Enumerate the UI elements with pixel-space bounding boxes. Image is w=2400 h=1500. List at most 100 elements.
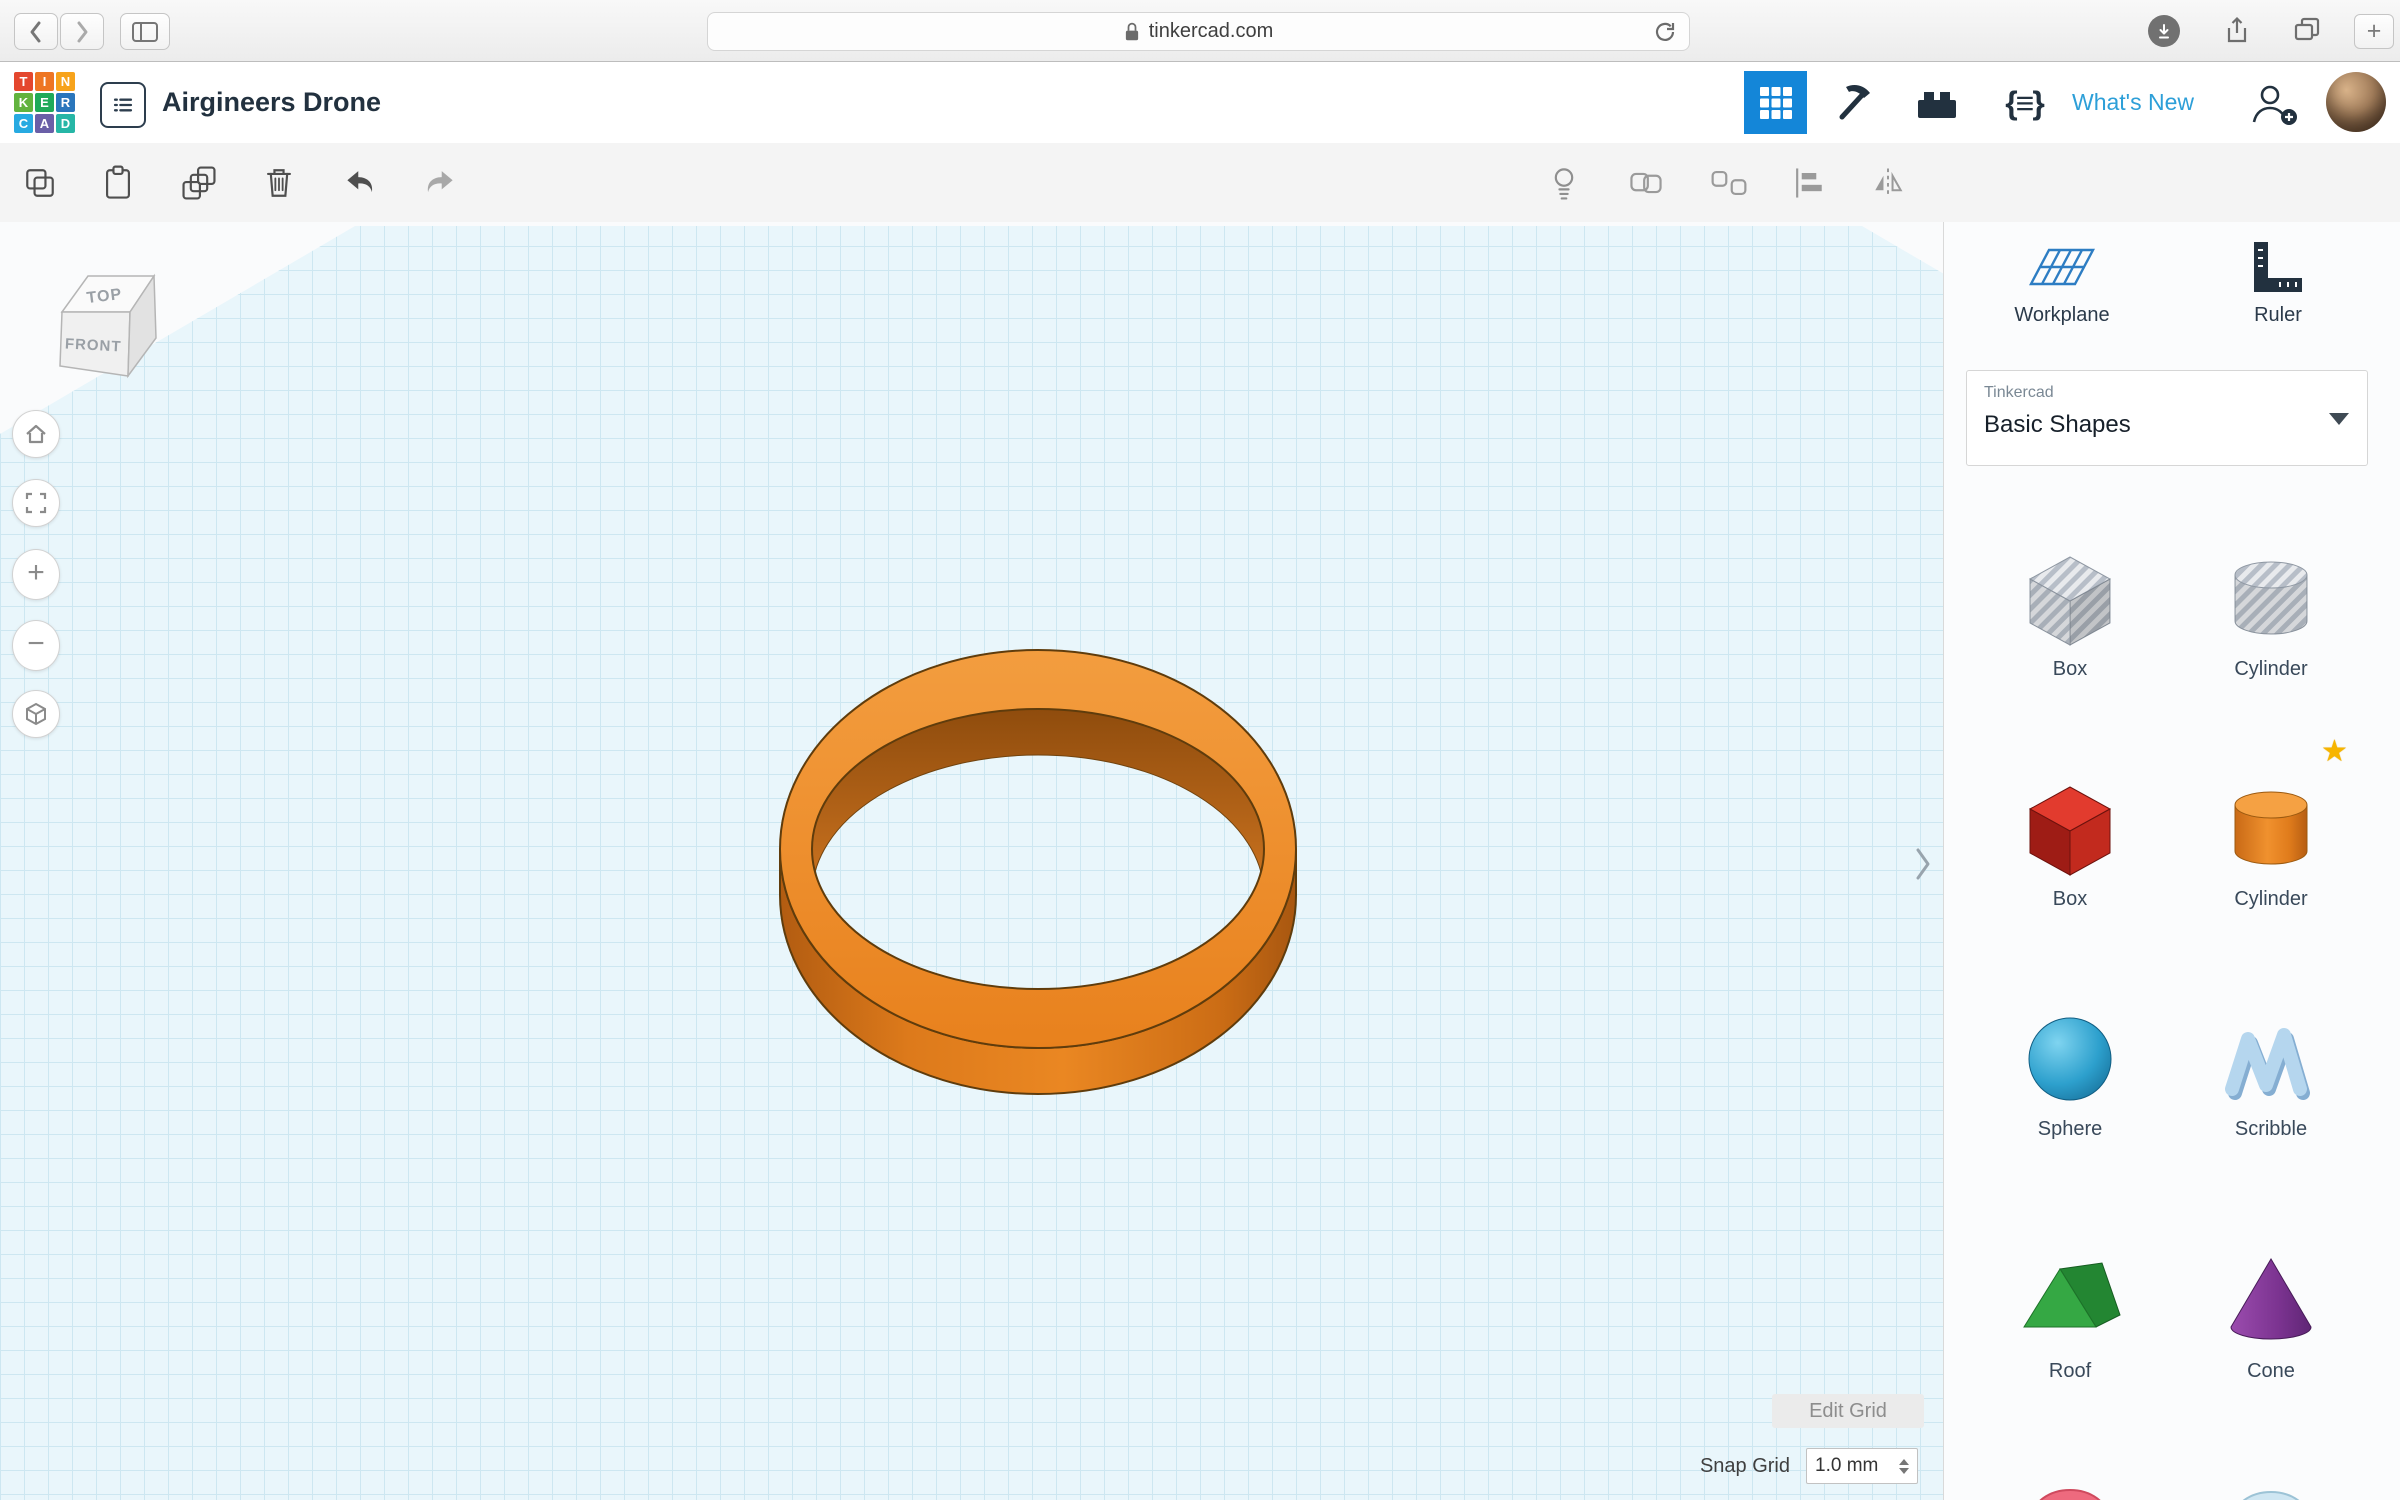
avatar[interactable] <box>2326 72 2386 132</box>
shape-tile-sphere[interactable]: Sphere <box>1980 1000 2160 1141</box>
pickaxe-icon <box>1832 81 1876 125</box>
shape-label: Roof <box>2049 1360 2091 1383</box>
mirror-icon <box>1868 163 1908 203</box>
shape-label: Box <box>2053 888 2087 911</box>
edit-grid-label: Edit Grid <box>1809 1400 1887 1423</box>
lightbulb-icon <box>1544 163 1584 203</box>
design-properties-button[interactable] <box>100 82 146 128</box>
scribble-icon <box>2211 1000 2331 1112</box>
bricks-mode-button[interactable] <box>1914 84 1960 124</box>
roof-icon <box>2010 1242 2130 1354</box>
delete-button[interactable] <box>257 161 301 205</box>
invite-collaborator-button[interactable] <box>2248 80 2300 128</box>
paste-button[interactable] <box>96 161 140 205</box>
sidebar-icon <box>132 22 158 42</box>
group-button[interactable] <box>1624 161 1668 205</box>
minecraft-mode-button[interactable] <box>1832 81 1876 125</box>
stepper-arrows-icon[interactable] <box>1899 1459 1909 1474</box>
copy-button[interactable] <box>18 161 62 205</box>
minus-icon: − <box>27 629 45 659</box>
undo-button[interactable] <box>339 161 383 205</box>
cylinder-icon <box>2211 770 2331 882</box>
url-text: tinkercad.com <box>1149 20 1274 43</box>
shape-tile-box[interactable]: Box <box>1980 770 2160 911</box>
browser-forward-button[interactable] <box>60 13 104 50</box>
undo-icon <box>341 163 381 203</box>
group-icon <box>1626 163 1666 203</box>
cropped-shape-icon[interactable] <box>2025 1472 2115 1500</box>
tinkercad-logo[interactable]: TIN KER CAD <box>14 72 75 133</box>
ring-shape[interactable] <box>688 594 1388 1154</box>
dropdown-kicker: Tinkercad <box>1984 384 2054 402</box>
show-all-button[interactable] <box>1542 161 1586 205</box>
shape-tile-cylinder-hole[interactable]: Cylinder <box>2181 540 2361 681</box>
zoom-in-button[interactable]: + <box>12 549 60 600</box>
whats-new-link[interactable]: What's New <box>2072 62 2194 143</box>
shape-tile-scribble[interactable]: Scribble <box>2181 1000 2361 1141</box>
shape-label: Scribble <box>2235 1118 2307 1141</box>
zoom-out-button[interactable]: − <box>12 620 60 671</box>
logo-tile: I <box>35 72 54 91</box>
shape-label: Box <box>2053 658 2087 681</box>
redo-icon <box>419 163 459 203</box>
fit-view-button[interactable] <box>12 479 60 527</box>
box-hole-icon <box>2010 540 2130 652</box>
browser-sidebar-toggle[interactable] <box>120 13 170 50</box>
view-cube-front-label[interactable]: FRONT <box>64 336 121 356</box>
workplane-label: Workplane <box>2014 304 2109 327</box>
address-bar[interactable]: tinkercad.com <box>707 12 1690 51</box>
fit-view-icon <box>23 490 49 516</box>
ruler-label: Ruler <box>2254 304 2302 327</box>
align-button[interactable] <box>1787 161 1831 205</box>
paste-icon <box>98 163 138 203</box>
browser-back-button[interactable] <box>14 13 58 50</box>
tab-overview-button[interactable] <box>2292 15 2324 50</box>
shape-tile-cylinder[interactable]: Cylinder <box>2181 770 2361 911</box>
ruler-tool[interactable]: Ruler <box>2198 240 2358 327</box>
edit-grid-button[interactable]: Edit Grid <box>1772 1394 1924 1428</box>
grid-icon <box>1758 85 1794 121</box>
workplane-tool[interactable]: Workplane <box>1982 240 2142 327</box>
dropdown-selected-value: Basic Shapes <box>1984 411 2131 439</box>
snap-grid-select[interactable]: 1.0 mm <box>1806 1448 1918 1484</box>
edit-toolbar: Import Export Send To <box>0 143 2400 223</box>
workplane-icon <box>2029 240 2095 294</box>
ungroup-button[interactable] <box>1707 161 1751 205</box>
favorite-star-icon[interactable]: ★ <box>2321 734 2348 769</box>
ruler-icon <box>2250 240 2306 294</box>
snap-grid-label: Snap Grid <box>1640 1455 1790 1478</box>
reload-button[interactable] <box>1652 19 1678 51</box>
logo-tile: T <box>14 72 33 91</box>
redo-button[interactable] <box>417 161 461 205</box>
perspective-toggle-button[interactable] <box>12 690 60 738</box>
browser-toolbar: tinkercad.com + <box>0 0 2400 62</box>
shape-label: Sphere <box>2038 1118 2103 1141</box>
box-icon <box>2010 770 2130 882</box>
home-view-button[interactable] <box>12 410 60 458</box>
panel-collapse-handle[interactable] <box>1910 840 1936 888</box>
shape-tile-box-hole[interactable]: Box <box>1980 540 2160 681</box>
view-cube[interactable]: TOP FRONT <box>48 260 163 395</box>
shape-tile-cone[interactable]: Cone <box>2181 1242 2361 1383</box>
new-tab-button[interactable]: + <box>2354 14 2394 49</box>
downloads-button[interactable] <box>2148 15 2180 47</box>
mode-3d-button[interactable] <box>1744 71 1807 134</box>
shape-label: Cylinder <box>2234 658 2307 681</box>
shape-tile-roof[interactable]: Roof <box>1980 1242 2160 1383</box>
tinkercad-app: tinkercad.com + TIN KER CAD Airgineers D… <box>0 0 2400 1500</box>
chevron-down-icon <box>2329 413 2349 425</box>
cone-icon <box>2211 1242 2331 1354</box>
shape-category-dropdown[interactable]: Tinkercad Basic Shapes <box>1966 370 2368 466</box>
list-icon <box>108 90 138 120</box>
design-title[interactable]: Airgineers Drone <box>162 62 381 143</box>
codeblocks-button[interactable]: {≡} <box>1994 80 2054 126</box>
viewport-3d[interactable]: TOP FRONT + − Edit Grid Snap Grid 1.0 mm <box>0 222 1943 1500</box>
cropped-shape-icon[interactable] <box>2226 1472 2316 1500</box>
duplicate-button[interactable] <box>177 161 221 205</box>
duplicate-icon <box>179 163 219 203</box>
share-button[interactable] <box>2222 15 2252 51</box>
shape-label: Cylinder <box>2234 888 2307 911</box>
mirror-button[interactable] <box>1866 161 1910 205</box>
logo-tile: K <box>14 93 33 112</box>
sphere-icon <box>2010 1000 2130 1112</box>
